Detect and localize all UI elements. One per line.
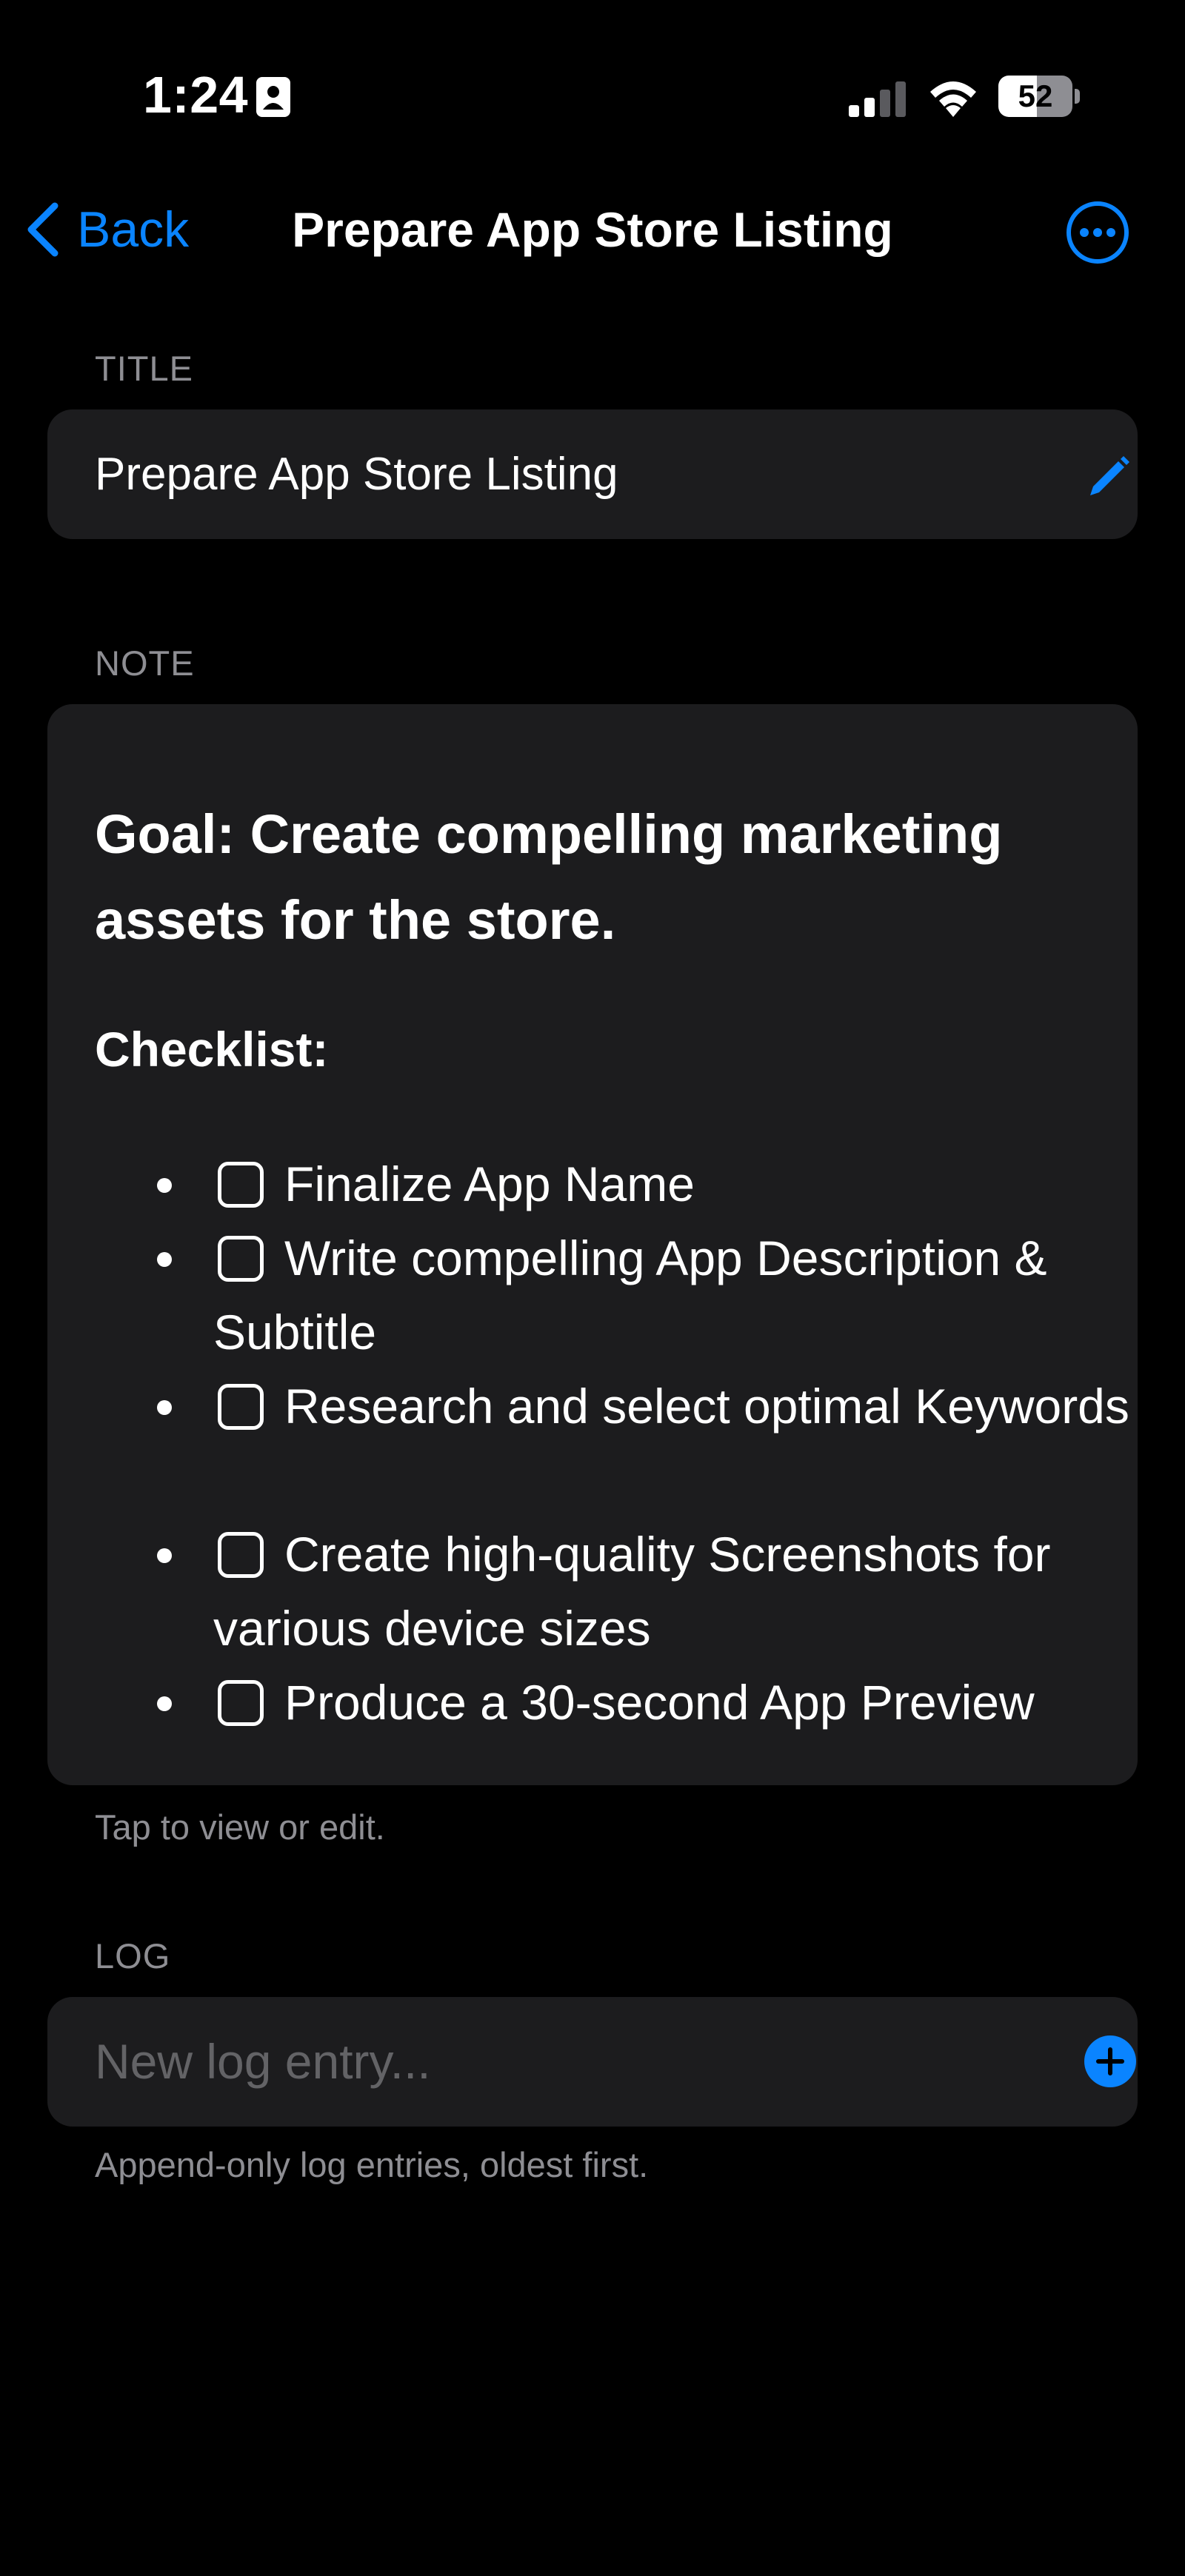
log-entry-input[interactable] [95, 1997, 1021, 2127]
checklist-item-text: Write compelling App Description & Subti… [213, 1231, 1047, 1359]
title-value: Prepare App Store Listing [95, 449, 618, 500]
note-checklist-heading: Checklist: [95, 1022, 329, 1077]
back-label: Back [77, 201, 190, 258]
bullet [157, 1548, 172, 1563]
page-title: Prepare App Store Listing [292, 202, 893, 257]
contact-card-icon [256, 77, 290, 117]
note-goal: Goal: Create compelling marketing assets… [95, 803, 1003, 951]
battery-cap [1075, 89, 1080, 104]
bullet [157, 1252, 172, 1267]
cellular-signal-icon [849, 81, 906, 117]
note-card[interactable]: Goal: Create compelling marketing assets… [47, 704, 1138, 1785]
status-bar: 1:24 52 [0, 0, 1185, 148]
add-log-entry-icon[interactable] [1084, 2035, 1136, 2087]
navigation-bar: Back Prepare App Store Listing [0, 178, 1185, 281]
checklist-item-text: Finalize App Name [284, 1157, 695, 1211]
checklist-item-text: Produce a 30-second App Preview [284, 1675, 1035, 1730]
task-detail-screen: 1:24 52 Back Prepare App Store Listing T… [0, 0, 1185, 2576]
title-field[interactable]: Prepare App Store Listing [47, 409, 1138, 539]
chevron-left-icon [27, 202, 59, 257]
log-section-header: LOG [95, 1936, 171, 1976]
bullet [157, 1400, 172, 1415]
battery-body: 52 [998, 76, 1072, 117]
status-time: 1:24 [143, 66, 249, 124]
checklist-item-text: Research and select optimal Keywords [284, 1379, 1129, 1433]
wifi-icon [930, 81, 976, 117]
note-section-footer: Tap to view or edit. [95, 1807, 385, 1847]
back-button[interactable]: Back [22, 200, 189, 259]
battery-percent: 52 [1018, 78, 1053, 113]
battery-indicator: 52 [998, 76, 1080, 117]
pencil-icon[interactable] [1084, 452, 1133, 498]
title-section-header: TITLE [95, 349, 193, 388]
log-entry-field [47, 1997, 1138, 2127]
bullet [157, 1696, 172, 1711]
log-section-footer: Append-only log entries, oldest first. [95, 2145, 649, 2184]
note-section-header: NOTE [95, 643, 195, 683]
bullet [157, 1178, 172, 1193]
more-options-icon[interactable] [1065, 200, 1130, 265]
checklist-item-text: Create high-quality Screenshots for vari… [213, 1527, 1051, 1656]
